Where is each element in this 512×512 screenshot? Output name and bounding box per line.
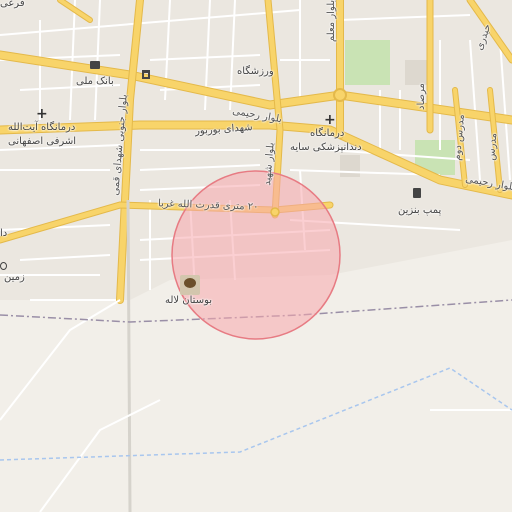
label-bank: بانک ملی	[76, 76, 114, 87]
roundabout-icon	[333, 88, 347, 102]
label-left-edge: دا	[0, 228, 8, 239]
fuel-icon[interactable]	[413, 188, 421, 198]
south-road	[126, 199, 132, 512]
bank-icon[interactable]	[90, 61, 100, 69]
building-block	[340, 155, 360, 177]
label-park: بوستان لاله	[165, 295, 213, 306]
map-canvas[interactable]: + + بانک ملی درمانگاه آیت‌الله اشرفی اصف…	[0, 0, 512, 512]
green-park-north	[345, 40, 390, 85]
label-gas-station: پمپ بنزین	[398, 205, 442, 216]
search-radius-circle[interactable]	[171, 170, 341, 340]
label-dental-clinic-2: دندانپزشکی سایه	[290, 142, 362, 153]
label-clinic-ayatollah: درمانگاه آیت‌الله	[8, 122, 76, 133]
label-dental-clinic: درمانگاه	[310, 128, 345, 139]
label-blvd-moallem: بلوار معلم	[326, 0, 337, 42]
label-morsad: مرصاد	[416, 83, 427, 110]
label-top-left: فرعی	[0, 0, 25, 9]
label-zamin: زمین	[4, 272, 25, 283]
hospital-icon[interactable]: +	[36, 106, 48, 122]
tree-icon	[184, 278, 196, 288]
label-clinic-ayatollah-2: اشرفی اصفهانی	[8, 136, 77, 147]
sports-icon[interactable]	[0, 262, 7, 270]
hospital-icon[interactable]: +	[324, 112, 336, 128]
building-block	[405, 60, 430, 85]
shopping-icon[interactable]	[142, 70, 150, 79]
label-gym: ورزشگاه	[237, 66, 274, 77]
park-marker[interactable]	[180, 275, 200, 295]
center-marker[interactable]	[270, 207, 280, 217]
